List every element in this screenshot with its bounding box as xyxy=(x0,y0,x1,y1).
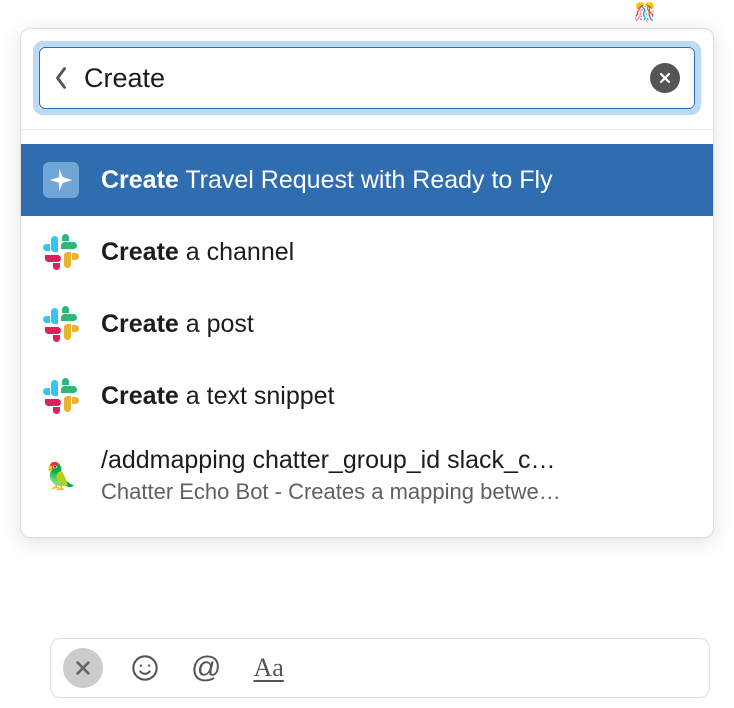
close-icon xyxy=(659,72,671,84)
result-title: Create a post xyxy=(101,310,691,339)
plane-icon xyxy=(43,162,79,198)
slack-hash-icon xyxy=(43,378,79,414)
result-text: Create a post xyxy=(101,310,691,339)
result-addmapping-command[interactable]: 🦜 /addmapping chatter_group_id slack_c… … xyxy=(21,432,713,519)
result-create-channel[interactable]: Create a channel xyxy=(21,216,713,288)
result-title: Create a text snippet xyxy=(101,382,691,411)
clear-search-button[interactable] xyxy=(650,63,680,93)
parrot-icon: 🦜 xyxy=(43,458,79,494)
search-wrap xyxy=(21,29,713,127)
result-create-text-snippet[interactable]: Create a text snippet xyxy=(21,360,713,432)
slack-hash-icon xyxy=(43,234,79,270)
result-text: Create a channel xyxy=(101,238,691,267)
at-icon: @ xyxy=(191,653,221,683)
emoji-button[interactable] xyxy=(127,650,163,686)
confetti-decor: 🎊 xyxy=(634,2,656,23)
result-title: Create a channel xyxy=(101,238,691,267)
result-create-post[interactable]: Create a post xyxy=(21,288,713,360)
result-title: /addmapping chatter_group_id slack_c… xyxy=(101,446,691,475)
close-icon xyxy=(75,660,91,676)
search-field-container xyxy=(39,47,695,109)
chevron-left-icon xyxy=(54,66,68,90)
compose-close-button[interactable] xyxy=(63,648,103,688)
result-create-travel-request[interactable]: Create Travel Request with Ready to Fly xyxy=(21,144,713,216)
result-title: Create Travel Request with Ready to Fly xyxy=(101,166,691,195)
smile-icon xyxy=(131,654,159,682)
results-list: Create Travel Request with Ready to Fly … xyxy=(21,130,713,537)
result-text: Create a text snippet xyxy=(101,382,691,411)
search-input[interactable] xyxy=(78,63,650,94)
compose-toolbar: @ Aa xyxy=(50,638,710,698)
shortcut-popup: Create Travel Request with Ready to Fly … xyxy=(20,28,714,538)
format-button[interactable]: Aa xyxy=(249,649,287,687)
mention-button[interactable]: @ xyxy=(187,649,225,687)
result-subtitle: Chatter Echo Bot - Creates a mapping bet… xyxy=(101,479,691,505)
search-focus-ring xyxy=(33,41,701,115)
format-icon: Aa xyxy=(253,653,283,683)
result-text: /addmapping chatter_group_id slack_c… Ch… xyxy=(101,446,691,505)
back-button[interactable] xyxy=(54,62,78,94)
slack-hash-icon xyxy=(43,306,79,342)
result-text: Create Travel Request with Ready to Fly xyxy=(101,166,691,195)
